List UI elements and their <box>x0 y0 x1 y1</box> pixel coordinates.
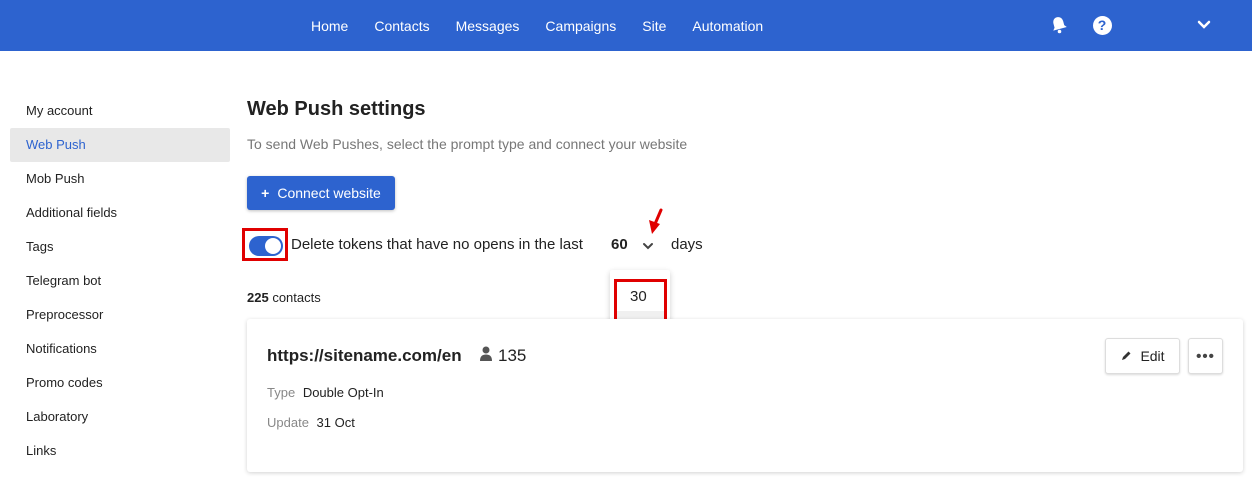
red-arrow-annotation-icon <box>649 208 663 234</box>
toggle-highlight-box <box>242 228 288 261</box>
main-nav: Home Contacts Messages Campaigns Site Au… <box>311 0 789 51</box>
account-menu-chevron-down-icon[interactable] <box>1193 14 1215 36</box>
sidebar-item-laboratory[interactable]: Laboratory <box>10 400 230 434</box>
type-label: Type <box>267 385 296 400</box>
update-value: 31 Oct <box>316 415 355 430</box>
page-title: Web Push settings <box>247 98 426 120</box>
type-row: Type Double Opt-In <box>267 385 384 400</box>
website-card: https://sitename.com/en 135 Type Double … <box>247 319 1243 472</box>
type-value: Double Opt-In <box>302 385 384 400</box>
delete-tokens-toggle[interactable] <box>249 236 283 256</box>
bell-icon[interactable] <box>1048 14 1070 36</box>
page-subtitle: To send Web Pushes, select the prompt ty… <box>247 136 688 152</box>
sidebar-item-telegram-bot[interactable]: Telegram bot <box>10 264 230 298</box>
settings-sidebar: My account Web Push Mob Push Additional … <box>10 94 230 468</box>
help-glyph: ? <box>1092 15 1112 35</box>
sidebar-item-web-push[interactable]: Web Push <box>10 128 230 162</box>
delete-tokens-label: Delete tokens that have no opens in the … <box>291 236 583 253</box>
days-option-30[interactable]: 30 <box>614 282 666 311</box>
help-icon[interactable]: ? <box>1091 14 1113 36</box>
nav-contacts[interactable]: Contacts <box>374 18 429 34</box>
connect-website-button[interactable]: + Connect website <box>247 176 395 210</box>
contacts-count: 225 <box>247 290 269 305</box>
edit-label: Edit <box>1140 348 1165 364</box>
contacts-summary: 225 contacts <box>247 290 321 305</box>
sidebar-item-tags[interactable]: Tags <box>10 230 230 264</box>
edit-button[interactable]: Edit <box>1105 338 1180 374</box>
connect-website-label: Connect website <box>277 185 381 201</box>
sidebar-item-additional-fields[interactable]: Additional fields <box>10 196 230 230</box>
days-select-chevron-down-icon[interactable] <box>641 236 655 252</box>
plus-icon: + <box>261 185 270 201</box>
pencil-icon <box>1122 351 1131 360</box>
person-icon <box>480 346 492 361</box>
nav-home[interactable]: Home <box>311 18 348 34</box>
subscriber-count: 135 <box>498 346 527 365</box>
toggle-knob <box>265 238 281 254</box>
top-navigation-bar: Home Contacts Messages Campaigns Site Au… <box>0 0 1252 51</box>
nav-site[interactable]: Site <box>642 18 666 34</box>
nav-automation[interactable]: Automation <box>692 18 763 34</box>
sidebar-item-my-account[interactable]: My account <box>10 94 230 128</box>
nav-messages[interactable]: Messages <box>456 18 520 34</box>
days-select-value[interactable]: 60 <box>611 236 628 253</box>
more-dots-icon: ••• <box>1196 347 1215 365</box>
more-options-button[interactable]: ••• <box>1188 338 1223 374</box>
contacts-label: contacts <box>272 290 321 305</box>
update-row: Update 31 Oct <box>267 415 355 430</box>
site-url: https://sitename.com/en <box>267 346 462 365</box>
sidebar-item-promo-codes[interactable]: Promo codes <box>10 366 230 400</box>
sidebar-item-notifications[interactable]: Notifications <box>10 332 230 366</box>
days-label: days <box>671 236 703 253</box>
sidebar-item-mob-push[interactable]: Mob Push <box>10 162 230 196</box>
nav-campaigns[interactable]: Campaigns <box>545 18 616 34</box>
sidebar-item-preprocessor[interactable]: Preprocessor <box>10 298 230 332</box>
update-label: Update <box>267 415 309 430</box>
sidebar-item-links[interactable]: Links <box>10 434 230 468</box>
